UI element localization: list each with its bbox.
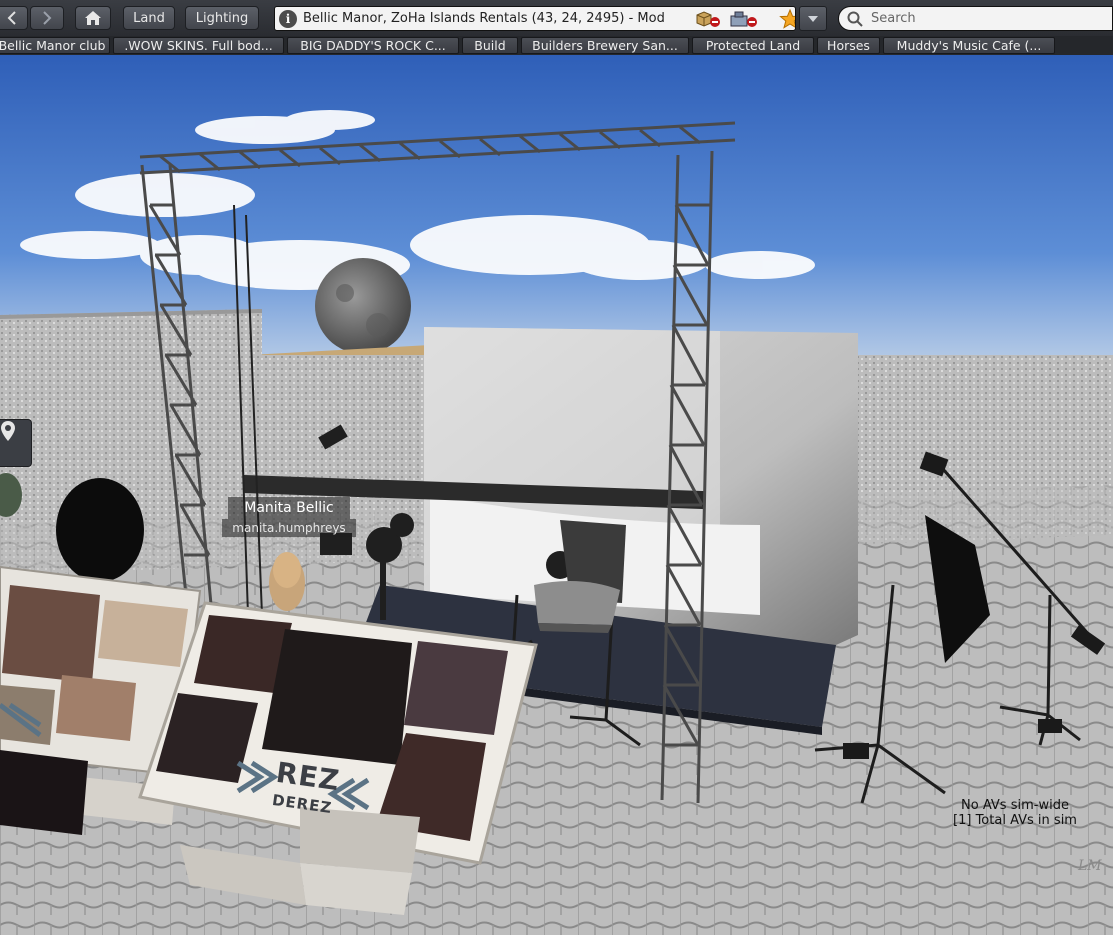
forward-button[interactable] (30, 6, 64, 30)
home-button[interactable] (75, 6, 111, 30)
dropdown-icon (808, 15, 818, 22)
sim-avatar-counter: No AVs sim-wide [1] Total AVs in sim (930, 798, 1100, 828)
sim-status-line-1: No AVs sim-wide (961, 798, 1069, 813)
favorite-item[interactable]: Horses (817, 37, 880, 54)
info-icon[interactable]: i (279, 9, 297, 28)
world-viewport[interactable]: REZ DEREZ Manita Bellic manita.humphreys… (0, 55, 1113, 935)
lighting-button[interactable]: Lighting (185, 6, 259, 30)
favorite-item[interactable]: Builders Brewery San... (521, 37, 689, 54)
moon (315, 258, 411, 354)
favorite-item[interactable]: Protected Land (692, 37, 814, 54)
favorite-item[interactable]: BIG DADDY'S ROCK C... (287, 37, 459, 54)
forward-icon (43, 11, 52, 25)
location-text[interactable]: Bellic Manor, ZoHa Islands Rentals (43, … (303, 11, 685, 26)
no-scripts-icon[interactable] (729, 10, 759, 28)
search-box[interactable] (838, 6, 1113, 31)
search-input[interactable] (869, 10, 1093, 27)
favorites-bar: Bellic Manor club .WOW SKINS. Full bod..… (0, 36, 1113, 55)
watermark-lm: LM (1078, 858, 1102, 874)
top-toolbar: Land Lighting i Bellic Manor, ZoHa Islan… (0, 0, 1113, 37)
favorite-item[interactable]: .WOW SKINS. Full bod... (113, 37, 284, 54)
favorite-item[interactable]: Build (462, 37, 518, 54)
map-pin-button[interactable] (0, 419, 32, 467)
back-button[interactable] (0, 6, 28, 30)
favorite-item[interactable]: Bellic Manor club (0, 37, 110, 54)
home-icon (85, 11, 101, 25)
location-dropdown-button[interactable] (799, 6, 827, 31)
land-button[interactable]: Land (123, 6, 175, 30)
avatar-display-name: Manita Bellic (228, 497, 350, 519)
location-bar[interactable]: i Bellic Manor, ZoHa Islands Rentals (43… (274, 6, 796, 31)
search-icon (847, 11, 863, 27)
avatar-username: manita.humphreys (222, 519, 356, 537)
back-icon (7, 11, 16, 25)
favorite-star-icon[interactable] (779, 8, 796, 29)
sim-status-line-2: [1] Total AVs in sim (953, 813, 1077, 828)
no-build-icon[interactable] (695, 10, 721, 28)
favorite-item[interactable]: Muddy's Music Cafe (... (883, 37, 1055, 54)
softbox-left (56, 478, 144, 582)
map-pin-icon (1, 421, 15, 441)
